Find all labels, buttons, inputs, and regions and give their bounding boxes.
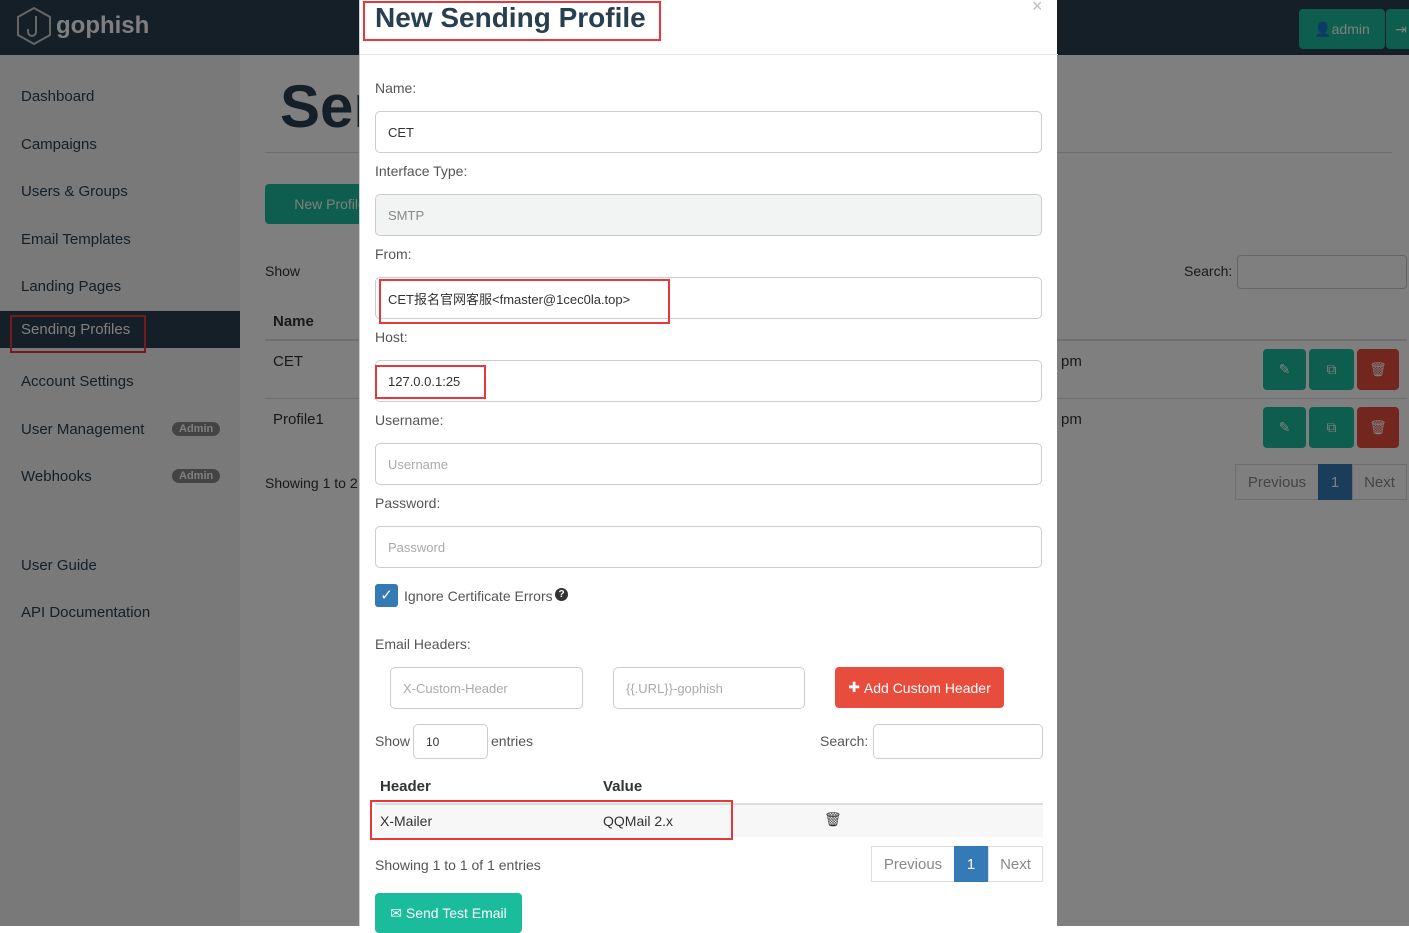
add-header-label: Add Custom Header bbox=[863, 679, 991, 696]
username-input[interactable]: Username bbox=[375, 443, 1042, 485]
from-label: From: bbox=[375, 246, 412, 262]
entries-select[interactable]: 10 bbox=[413, 724, 488, 759]
name-label: Name: bbox=[375, 80, 417, 96]
interface-type-input: SMTP bbox=[375, 194, 1042, 236]
send-test-email-button[interactable]: ✉ Send Test Email bbox=[375, 893, 522, 933]
email-headers-label: Email Headers: bbox=[375, 636, 471, 652]
help-icon[interactable]: ? bbox=[555, 588, 568, 601]
username-label: Username: bbox=[375, 412, 444, 428]
add-custom-header-button[interactable]: ✚ Add Custom Header bbox=[835, 667, 1004, 708]
new-sending-profile-modal: New Sending Profile × Name: CET Interfac… bbox=[359, 0, 1058, 933]
host-label: Host: bbox=[375, 329, 408, 345]
show-label: Show bbox=[375, 733, 411, 749]
ignore-cert-label: Ignore Certificate Errors bbox=[404, 588, 553, 604]
divider bbox=[360, 54, 1058, 55]
header-search-input[interactable] bbox=[873, 724, 1043, 759]
close-button[interactable]: × bbox=[1032, 0, 1043, 17]
page-1-button[interactable]: 1 bbox=[954, 846, 988, 882]
column-header-header[interactable]: Header bbox=[380, 778, 431, 795]
interface-type-label: Interface Type: bbox=[375, 163, 468, 179]
plus-icon: ✚ bbox=[848, 679, 864, 695]
password-label: Password: bbox=[375, 495, 441, 511]
password-input[interactable]: Password bbox=[375, 526, 1042, 568]
trash-icon[interactable]: 🗑 bbox=[824, 811, 842, 828]
column-header-value[interactable]: Value bbox=[603, 778, 642, 795]
highlight-box bbox=[370, 800, 733, 840]
showing-text: Showing 1 to 1 of 1 entries bbox=[375, 857, 541, 873]
highlight-box bbox=[379, 279, 670, 324]
name-input[interactable]: CET bbox=[375, 111, 1042, 153]
highlight-box bbox=[375, 365, 486, 399]
ignore-cert-checkbox[interactable]: ✓ bbox=[375, 584, 398, 607]
previous-page-button[interactable]: Previous bbox=[871, 846, 955, 882]
header-value-input[interactable]: {{.URL}}-gophish bbox=[613, 667, 805, 709]
entries-label: entries bbox=[491, 733, 534, 749]
custom-header-input[interactable]: X-Custom-Header bbox=[390, 667, 583, 709]
search-label: Search: bbox=[820, 733, 869, 749]
next-page-button[interactable]: Next bbox=[988, 846, 1043, 882]
highlight-box bbox=[363, 1, 661, 41]
send-test-label: Send Test Email bbox=[405, 905, 507, 921]
envelope-icon: ✉ bbox=[390, 904, 406, 921]
